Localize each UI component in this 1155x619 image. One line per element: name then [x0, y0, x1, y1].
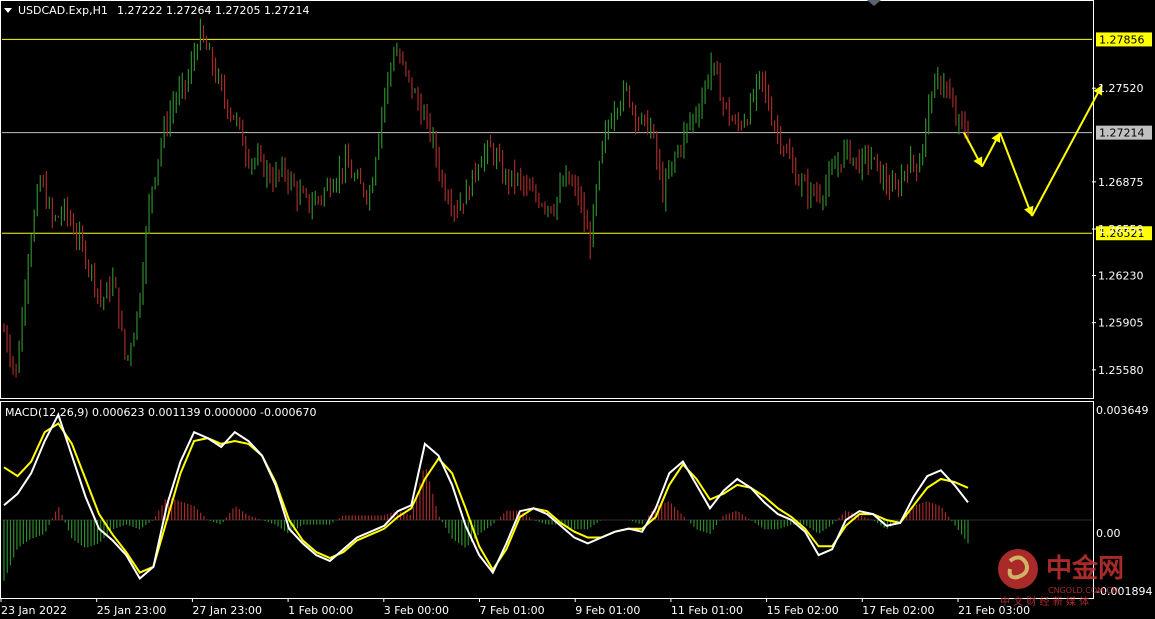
chart-canvas: 1.278561.272141.26521 1.275201.268751.26…: [0, 0, 1152, 617]
macd-tick-label-1: 0.00: [1096, 527, 1121, 540]
time-tick-label-2: 27 Jan 23:00: [192, 604, 262, 617]
time-tick-label-8: 15 Feb 02:00: [767, 604, 839, 617]
price-tick-label-8: 1.25580: [1098, 364, 1144, 377]
time-tick-label-0: 23 Jan 2022: [1, 604, 67, 617]
forecast-arrow-2[interactable]: [999, 132, 1033, 217]
time-tick-label-4: 3 Feb 00:00: [384, 604, 449, 617]
price-tick-label-1: 1.27520: [1098, 82, 1144, 95]
time-tick-label-5: 7 Feb 01:00: [480, 604, 545, 617]
price-tick-label-3: 1.26875: [1098, 176, 1144, 189]
time-tick-label-3: 1 Feb 00:00: [288, 604, 353, 617]
cngold-watermark: 中金网 CNGOLD.COM.CN 中 文 财 经 新 媒 体: [998, 549, 1124, 608]
macd-signal-line: [3, 422, 969, 574]
level-tag-text-0: 1.27856: [1099, 33, 1145, 46]
cngold-logo-icon: [998, 549, 1038, 589]
symbol-label: USDCAD.Exp,H1: [18, 4, 108, 17]
pane-divider-handle-icon[interactable]: [867, 0, 881, 6]
price-tick-label-7: 1.25905: [1098, 317, 1144, 330]
time-tick-label-7: 11 Feb 01:00: [671, 604, 743, 617]
watermark-brand: 中金网: [1046, 553, 1124, 584]
ohlc-readout: 1.27222 1.27264 1.27205 1.27214: [117, 4, 309, 17]
watermark-sub: CNGOLD.COM.CN: [1048, 586, 1118, 595]
macd-pane-frame: [0, 401, 1094, 599]
price-tick-label-6: 1.26230: [1098, 269, 1144, 282]
price-tick-label-4: 1.26550: [1098, 223, 1144, 236]
forecast-arrow-3[interactable]: [1031, 84, 1103, 217]
time-tick-label-6: 9 Feb 01:00: [575, 604, 640, 617]
macd-readout: MACD(12,26,9) 0.000623 0.001139 0.000000…: [5, 406, 316, 419]
time-tick-label-1: 25 Jan 23:00: [97, 604, 167, 617]
macd-tick-label-0: 0.003649: [1096, 404, 1149, 417]
symbol-dropdown-icon[interactable]: [4, 8, 12, 13]
time-tick-label-9: 17 Feb 02:00: [862, 604, 934, 617]
price-pane-frame: [0, 0, 1094, 399]
macd-main-line: [3, 412, 969, 581]
watermark-tagline: 中 文 财 经 新 媒 体: [1000, 595, 1089, 608]
level-tag-text-1: 1.27214: [1099, 127, 1145, 140]
